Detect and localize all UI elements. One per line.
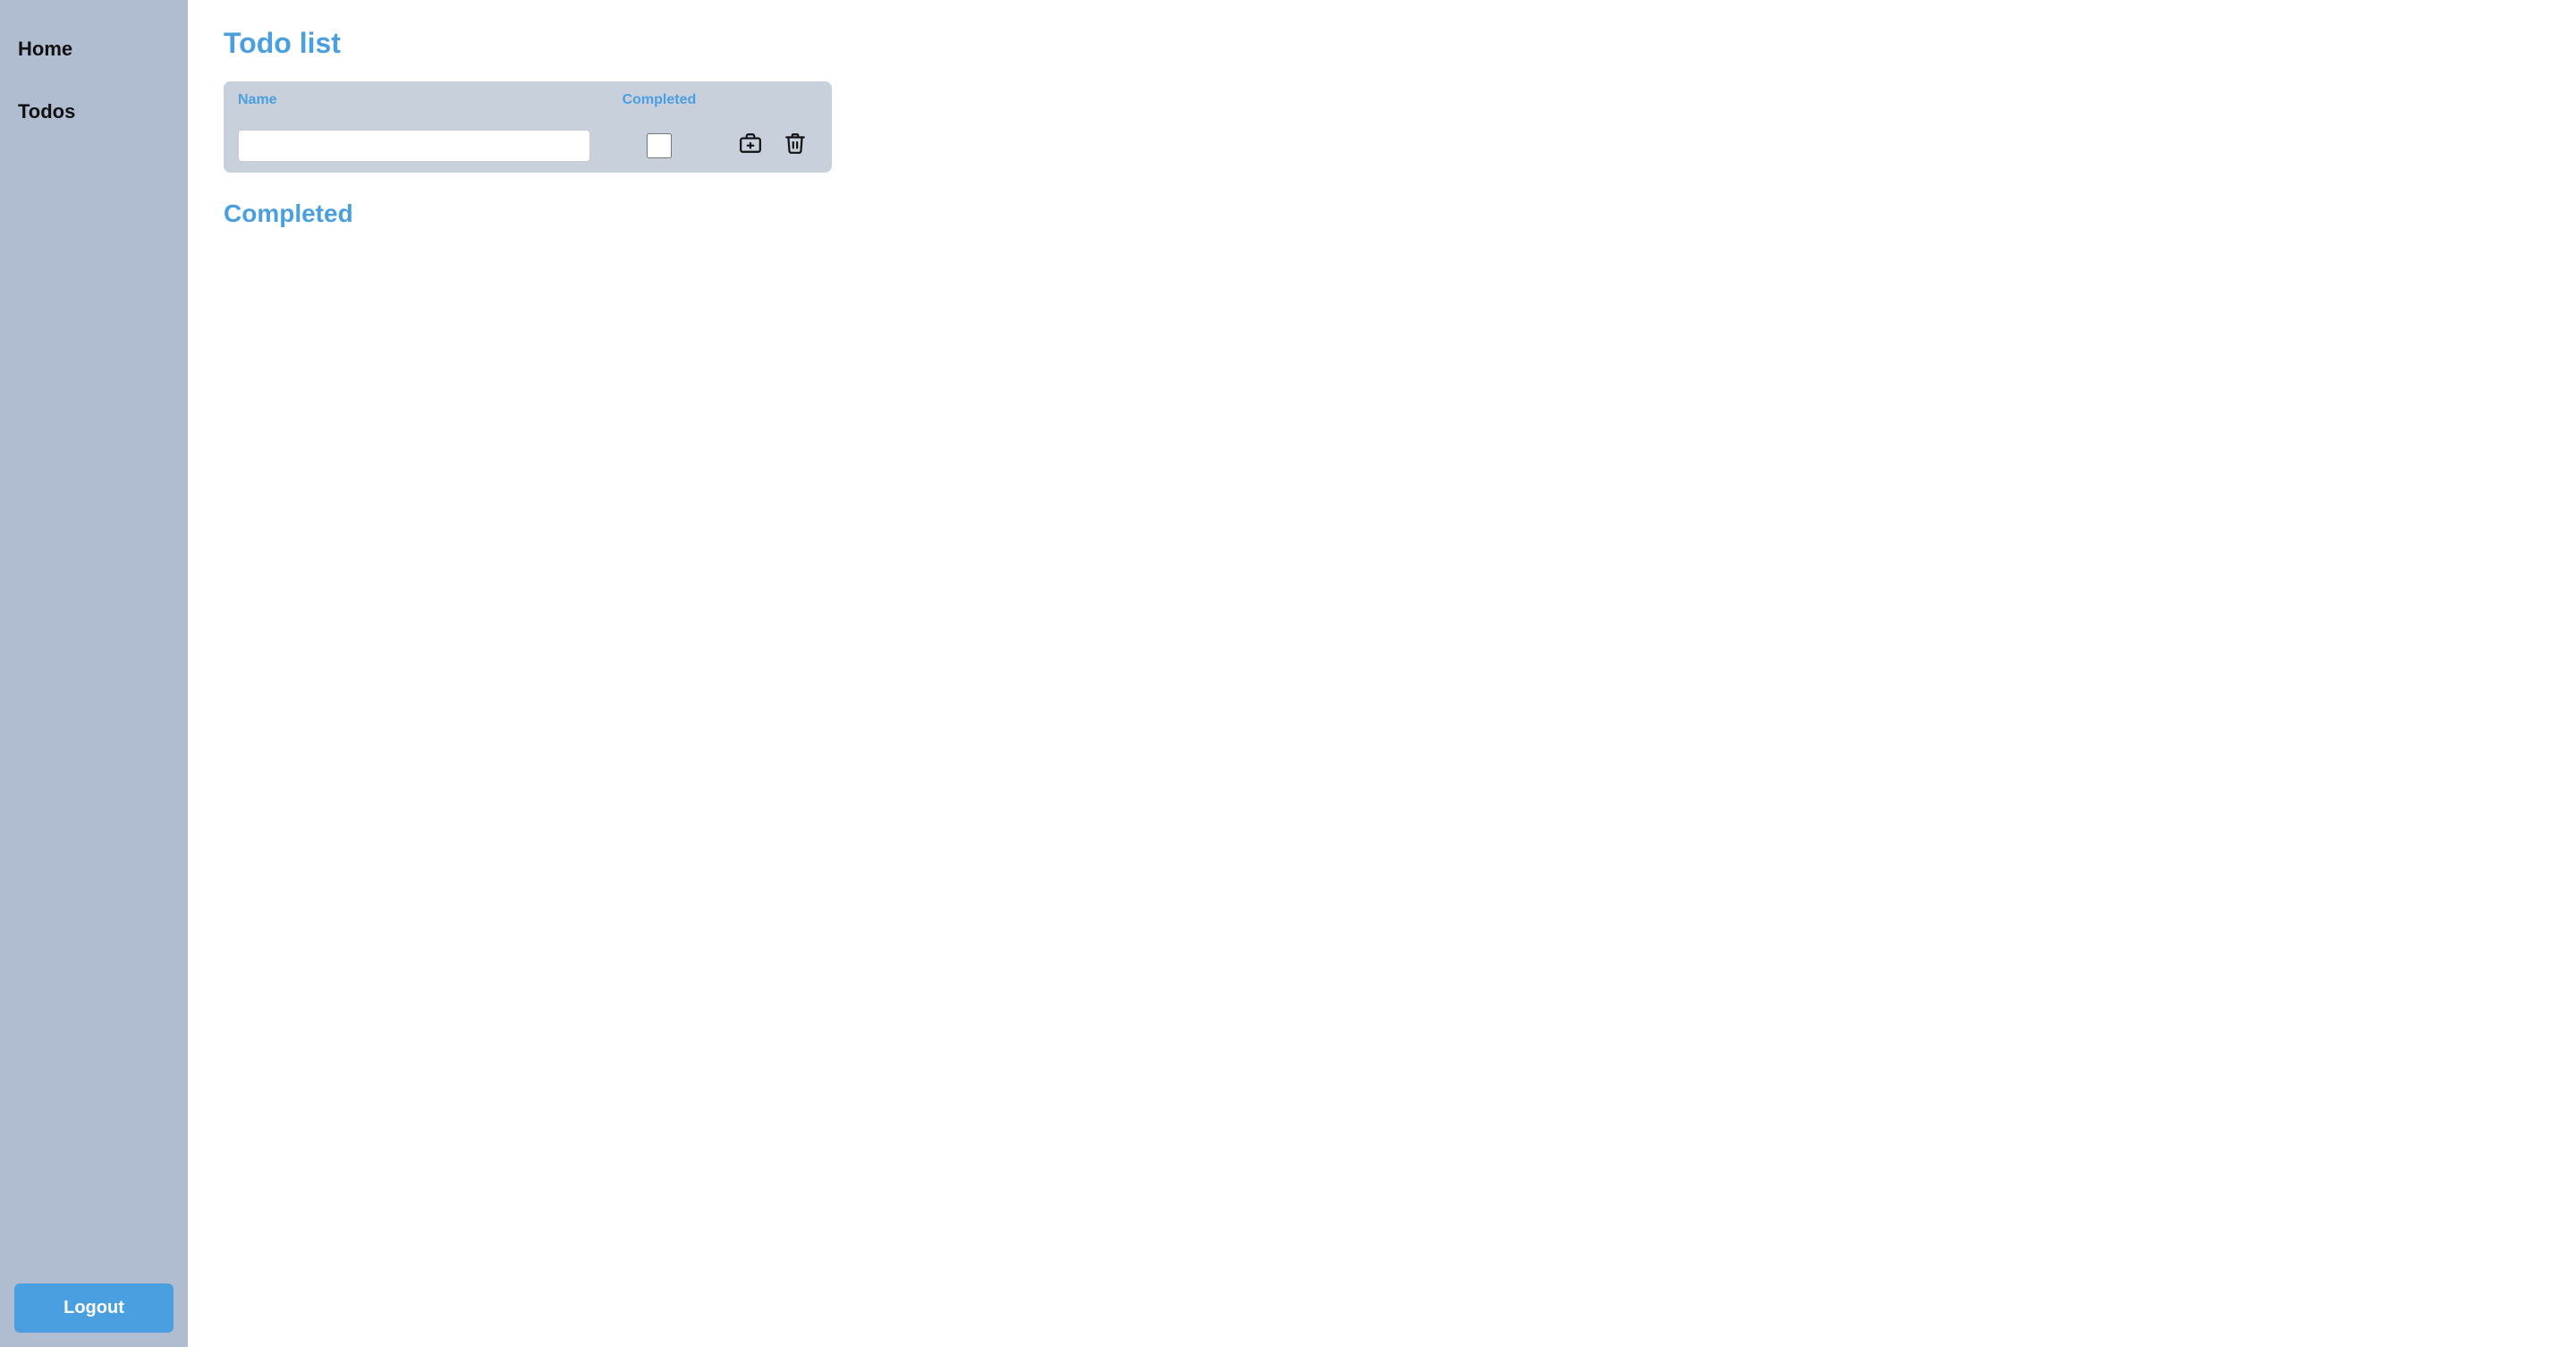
sidebar-item-home[interactable]: Home: [0, 18, 188, 80]
sidebar: Home Todos Logout: [0, 0, 188, 1347]
trash-icon: [784, 131, 807, 155]
todo-table: Name Completed: [224, 81, 832, 173]
logout-button[interactable]: Logout: [14, 1283, 174, 1333]
save-button[interactable]: [732, 128, 769, 164]
todo-completed-checkbox[interactable]: [647, 133, 672, 158]
actions-container: [728, 128, 818, 164]
todo-name-input[interactable]: [238, 130, 590, 162]
col-header-completed: Completed: [605, 81, 714, 119]
delete-button[interactable]: [776, 128, 814, 164]
page-title: Todo list: [224, 27, 2540, 60]
sidebar-item-todos[interactable]: Todos: [0, 80, 188, 143]
completed-cell: [605, 119, 714, 173]
completed-section-title: Completed: [224, 199, 2540, 228]
col-header-actions: [714, 81, 832, 119]
col-header-name: Name: [224, 81, 605, 119]
sidebar-nav: Home Todos: [0, 0, 188, 1269]
main-content: Todo list Name Completed: [188, 0, 2576, 1347]
name-cell: [224, 119, 605, 173]
actions-cell: [714, 119, 832, 173]
briefcase-icon: [739, 131, 762, 155]
table-row: [224, 119, 832, 173]
